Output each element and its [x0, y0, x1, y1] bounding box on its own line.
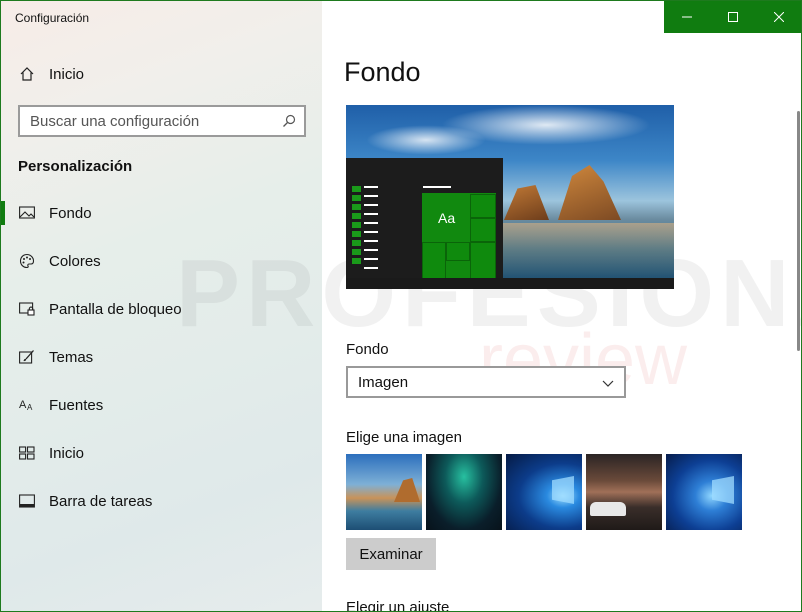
active-indicator [1, 201, 5, 225]
sidebar-item-label: Barra de tareas [49, 492, 153, 510]
sidebar-item-label: Pantalla de bloqueo [49, 300, 182, 318]
preview-rock [504, 185, 549, 220]
preview-app-column [352, 186, 362, 267]
preview-taskbar [346, 278, 674, 289]
chevron-down-icon [602, 376, 614, 388]
settings-window: Configuración Inicio Personalización Fon… [0, 0, 802, 612]
windows-logo-icon [712, 476, 734, 504]
section-heading: Personalización [18, 158, 133, 175]
choose-image-label: Elige una imagen [346, 429, 462, 446]
sidebar-item-fuentes[interactable]: AA Fuentes [1, 385, 322, 425]
home-icon [18, 65, 36, 83]
picture-icon [18, 204, 36, 222]
dropdown-value: Imagen [358, 373, 409, 391]
minimize-button[interactable] [664, 1, 710, 33]
preview-app-list [364, 186, 378, 276]
preview-tile [470, 218, 496, 242]
sidebar-item-home[interactable]: Inicio [1, 54, 322, 94]
maximize-icon [728, 12, 738, 22]
preview-tile [446, 242, 470, 261]
sidebar-item-label: Fondo [49, 204, 92, 222]
maximize-button[interactable] [710, 1, 756, 33]
browse-button[interactable]: Examinar [346, 538, 436, 570]
start-icon [18, 444, 36, 462]
search-icon[interactable] [282, 114, 296, 128]
brush-icon [18, 348, 36, 366]
preview-tile [422, 242, 446, 279]
search-box[interactable] [18, 105, 306, 137]
preview-tile [470, 242, 496, 279]
palette-icon [18, 252, 36, 270]
thumbnail-windows-light-blue[interactable] [506, 454, 582, 530]
preview-rock [558, 165, 621, 220]
page-title: Fondo [344, 57, 421, 87]
thumbnail-beach-rocks[interactable] [346, 454, 422, 530]
windows-logo-icon [552, 476, 574, 504]
scrollbar[interactable] [797, 111, 800, 351]
thumbnail-street-car[interactable] [586, 454, 662, 530]
sidebar-item-label: Fuentes [49, 396, 104, 414]
thumbnail-car [590, 502, 626, 516]
close-button[interactable] [756, 1, 801, 33]
image-thumbnails [346, 454, 742, 530]
preview-cloud [366, 125, 486, 155]
sidebar-item-fondo[interactable]: Fondo [1, 193, 322, 233]
fit-label: Elegir un ajuste [346, 599, 450, 612]
close-icon [774, 12, 784, 22]
thumbnail-windows-blue[interactable] [666, 454, 742, 530]
svg-text:A: A [19, 399, 27, 411]
sidebar-item-inicio[interactable]: Inicio [1, 433, 322, 473]
background-preview: Aa [346, 105, 674, 289]
background-type-dropdown[interactable]: Imagen [346, 366, 626, 398]
font-icon: AA [18, 396, 36, 414]
preview-start-menu: Aa [346, 158, 503, 279]
thumbnail-aurora[interactable] [426, 454, 502, 530]
preview-tile [470, 194, 496, 218]
preview-tile-header [423, 186, 451, 188]
minimize-icon [682, 16, 692, 18]
sidebar-item-label: Colores [49, 252, 101, 270]
sidebar-item-label: Temas [49, 348, 94, 366]
lock-screen-icon [18, 300, 36, 318]
background-label: Fondo [346, 341, 389, 358]
preview-tile-text: Aa [438, 210, 456, 226]
sidebar-item-label: Inicio [49, 444, 85, 462]
taskbar-icon [18, 492, 36, 510]
sidebar-item-barra-de-tareas[interactable]: Barra de tareas [1, 481, 322, 521]
app-title: Configuración [15, 11, 90, 25]
preview-reflection [496, 223, 674, 278]
svg-text:A: A [27, 403, 33, 412]
thumbnail-rock [394, 478, 420, 502]
window-controls [664, 1, 801, 33]
sidebar-item-label: Inicio [49, 65, 85, 83]
search-input[interactable] [20, 112, 270, 130]
